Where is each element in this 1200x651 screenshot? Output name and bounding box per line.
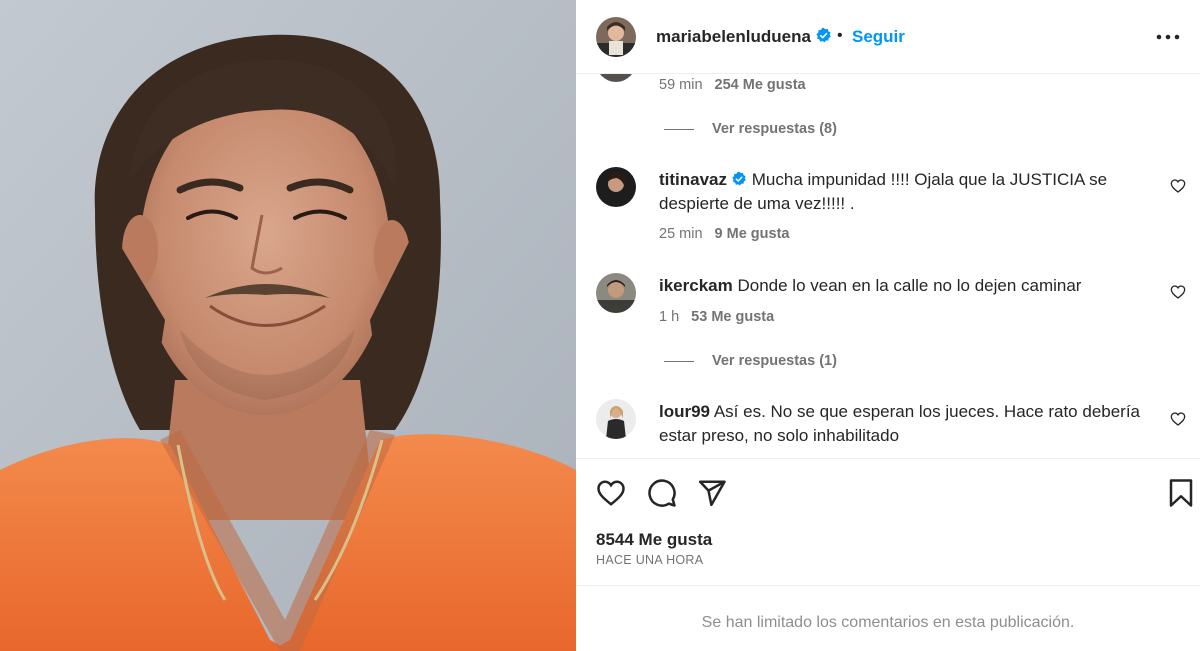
replies-divider — [664, 128, 694, 130]
post-panel: mariabelenluduena • Seguir 59 min 254 Me … — [576, 0, 1200, 651]
comment-username[interactable]: titinavaz — [659, 170, 727, 189]
comment-likes[interactable]: 254 Me gusta — [715, 77, 806, 93]
comment-meta: 1 h 53 Me gusta — [659, 309, 774, 325]
post-header: mariabelenluduena • Seguir — [576, 0, 1200, 74]
comment-likes[interactable]: 9 Me gusta — [715, 226, 790, 242]
comment-username[interactable]: ikerckam — [659, 276, 733, 295]
comment-text: Donde lo vean en la calle no lo dejen ca… — [737, 276, 1082, 295]
view-replies-button[interactable]: Ver respuestas (8) — [664, 121, 837, 137]
comment-icon[interactable] — [647, 478, 677, 508]
comment-body: ikerckam Donde lo vean en la calle no lo… — [659, 274, 1149, 298]
comment-body: lour99 Así es. No se que esperan los jue… — [659, 400, 1149, 448]
verified-badge-icon — [732, 171, 746, 186]
comments-list[interactable]: 59 min 254 Me gusta Ver respuestas (8) ti… — [576, 74, 1200, 458]
replies-label: Ver respuestas (1) — [712, 353, 837, 369]
share-icon[interactable] — [697, 478, 727, 508]
comment-like-heart-icon[interactable] — [1170, 284, 1186, 300]
post-likes-count[interactable]: 8544 Me gusta — [596, 530, 712, 550]
replies-label: Ver respuestas (8) — [712, 121, 837, 137]
bookmark-icon[interactable] — [1166, 478, 1196, 508]
comment-body: titinavaz Mucha impunidad !!!! Ojala que… — [659, 168, 1149, 216]
comment-avatar[interactable] — [596, 167, 636, 207]
comment-avatar[interactable] — [596, 74, 636, 82]
comment-username[interactable]: lour99 — [659, 402, 710, 421]
comments-limited-notice: Se han limitado los comentarios en esta … — [701, 614, 1075, 631]
comment-time: 25 min — [659, 226, 703, 242]
post-photo — [0, 0, 576, 651]
comment-like-heart-icon[interactable] — [1170, 411, 1186, 427]
follow-button[interactable]: Seguir — [852, 27, 905, 47]
verified-badge-icon — [816, 27, 831, 43]
comments-limited-bar: Se han limitado los comentarios en esta … — [576, 585, 1200, 651]
header-separator: • — [837, 27, 843, 44]
post-timestamp: HACE UNA HORA — [596, 553, 704, 567]
replies-divider — [664, 360, 694, 362]
author-username[interactable]: mariabelenluduena — [656, 27, 832, 47]
comment-avatar[interactable] — [596, 399, 636, 439]
comment-like-heart-icon[interactable] — [1170, 178, 1186, 194]
comment-likes[interactable]: 53 Me gusta — [691, 309, 774, 325]
comment-time: 1 h — [659, 309, 680, 325]
comment-meta: 25 min 9 Me gusta — [659, 226, 789, 242]
view-replies-button[interactable]: Ver respuestas (1) — [664, 353, 837, 369]
comment-avatar[interactable] — [596, 273, 636, 313]
heart-icon[interactable] — [596, 478, 626, 508]
more-horizontal-icon[interactable] — [1154, 28, 1182, 46]
mugshot-image — [0, 0, 576, 651]
comment-time: 59 min — [659, 77, 703, 93]
comment-meta: 59 min 254 Me gusta — [659, 77, 806, 93]
author-avatar[interactable] — [596, 17, 636, 57]
comment-text: Así es. No se que esperan los jueces. Ha… — [659, 402, 1141, 445]
